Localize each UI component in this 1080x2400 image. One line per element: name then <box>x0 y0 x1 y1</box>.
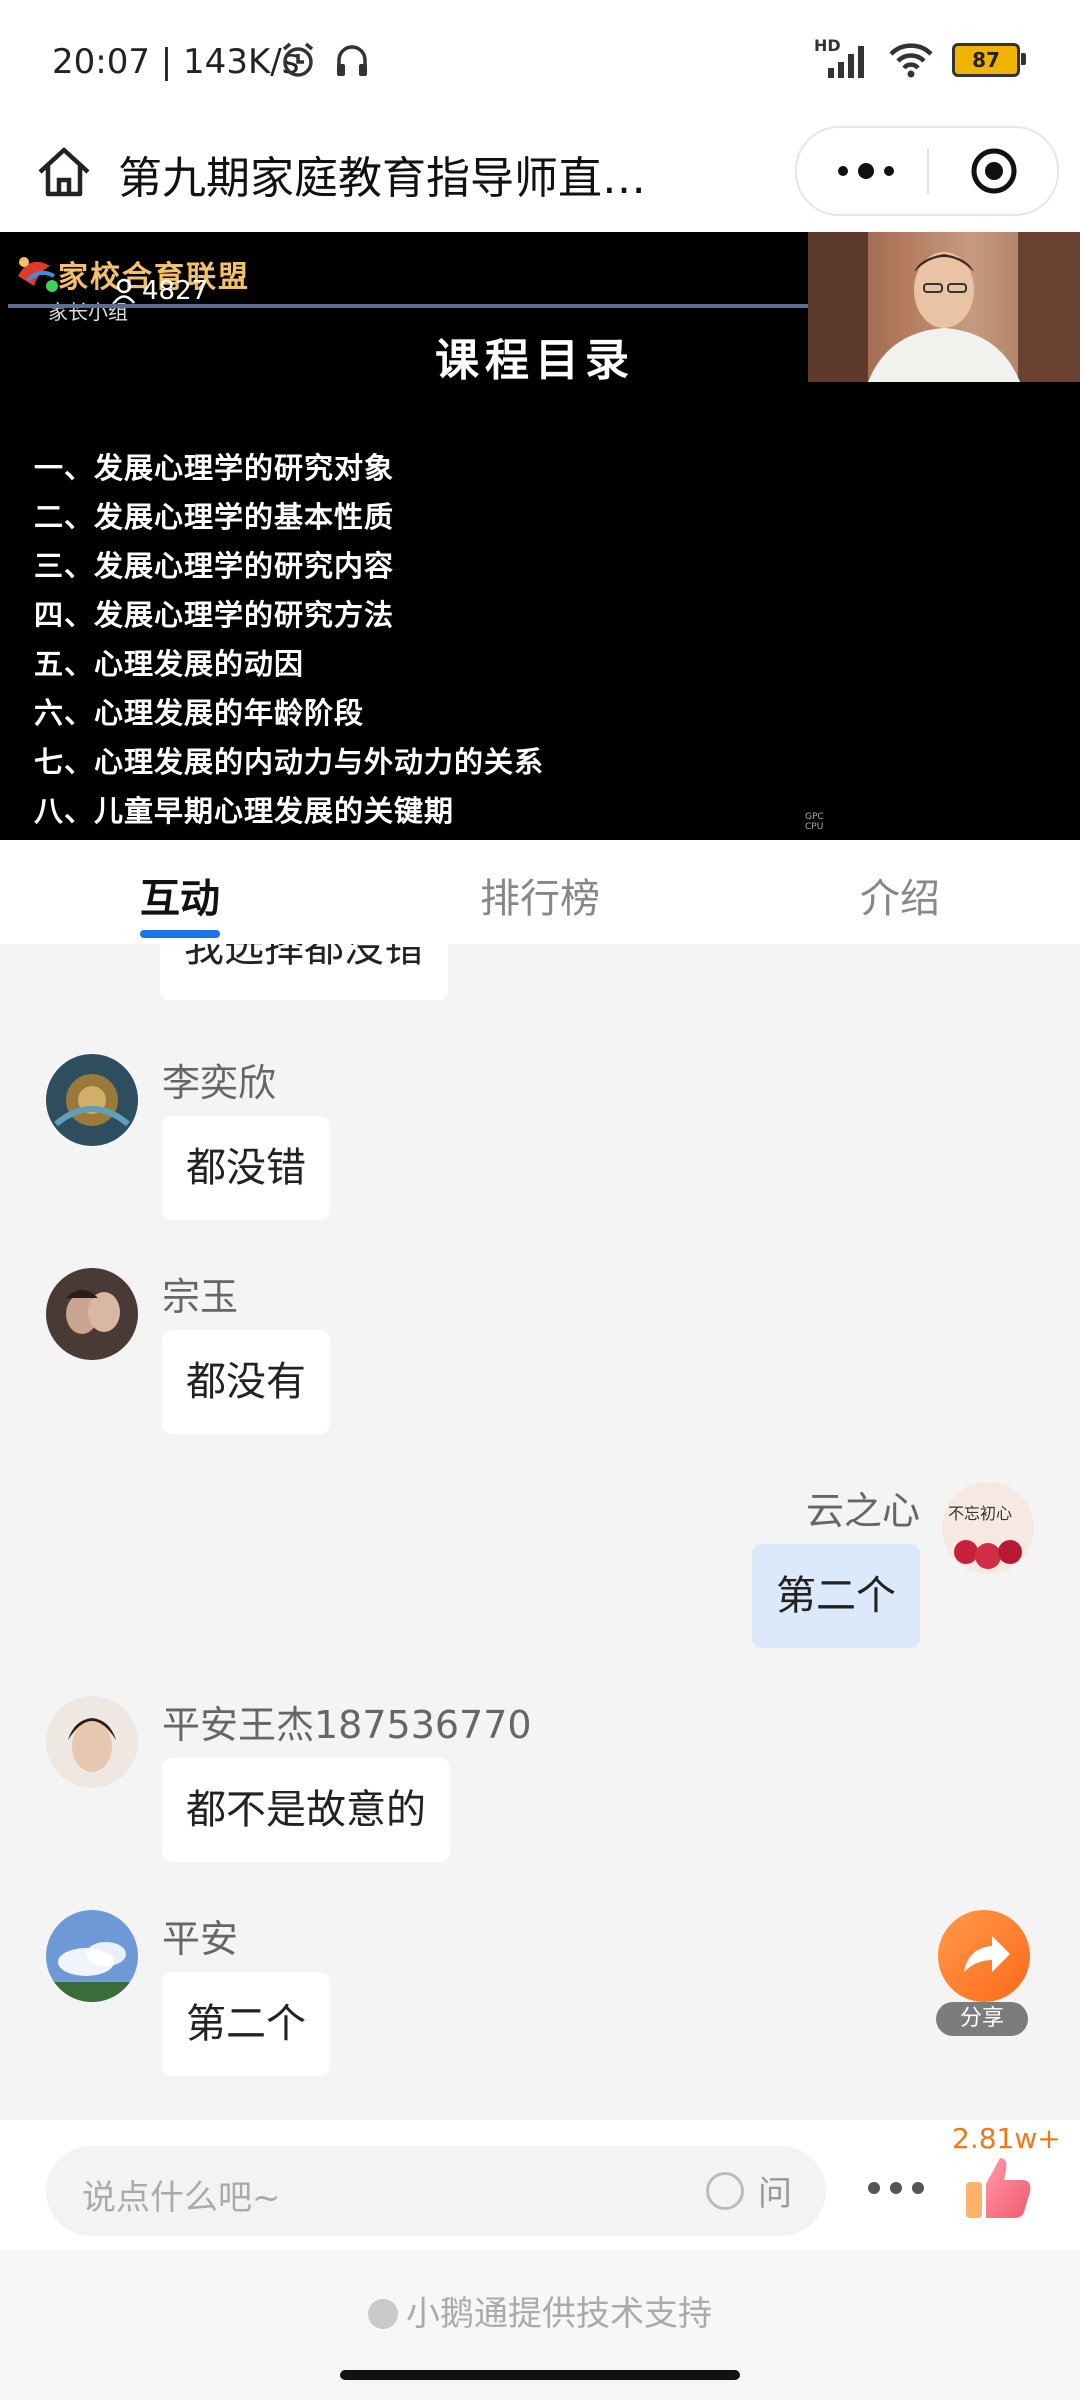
avatar[interactable]: 不忘初心 <box>942 1482 1034 1574</box>
chat-list[interactable]: 我选择都没错 李奕欣 都没错 宗玉 都没有 不忘初心 云之心 第二个 平安王杰1… <box>0 944 1080 2120</box>
outline-item: 八、儿童早期心理发展的关键期 <box>34 794 455 828</box>
footer: 小鹅通提供技术支持 <box>0 2250 1080 2400</box>
miniprogram-capsule <box>795 126 1059 216</box>
avatar-text: 不忘初心 <box>948 1504 1013 1523</box>
sender-name: 李奕欣 <box>162 1061 277 1105</box>
sender-name: 平安王杰187536770 <box>162 1703 532 1747</box>
share-label: 分享 <box>936 2002 1028 2036</box>
presenter-image <box>808 232 1080 382</box>
page-title: 第九期家庭教育指导师直… <box>118 153 646 204</box>
presenter-camera <box>808 232 1080 382</box>
chat-bubble: 都不是故意的 <box>162 1758 450 1862</box>
home-icon[interactable] <box>32 140 96 204</box>
chat-bubble: 第二个 <box>162 1972 330 2076</box>
close-miniprogram-icon[interactable] <box>969 146 1019 196</box>
cpu-tag-line: GPC <box>805 812 824 822</box>
battery-indicator: 87 <box>952 43 1026 77</box>
signal-icon: HD <box>814 36 870 80</box>
outline-item: 五、心理发展的动因 <box>34 647 305 681</box>
chat-bubble: 都没错 <box>162 1116 330 1220</box>
online-dot <box>46 280 58 292</box>
sender-name: 宗玉 <box>162 1275 239 1319</box>
slide-divider <box>8 304 808 308</box>
share-circle <box>938 1910 1030 2002</box>
home-indicator[interactable] <box>340 2370 740 2380</box>
tab-leaderboard[interactable]: 排行榜 <box>480 866 600 924</box>
xiaoe-logo-icon <box>368 2299 398 2329</box>
share-arrow-icon <box>964 1936 1010 1972</box>
outline-item: 四、发展心理学的研究方法 <box>34 598 395 632</box>
chat-bubble: 我选择都没错 <box>160 944 448 1000</box>
avatar[interactable] <box>46 1696 138 1788</box>
comment-input[interactable]: 说点什么吧~ 问 <box>46 2146 826 2236</box>
status-bar: 20:07 | 143K/s HD 87 <box>0 0 1080 118</box>
slide-outline: 一、发展心理学的研究对象 二、发展心理学的基本性质 三、发展心理学的研究内容 四… <box>34 444 544 836</box>
sender-name: 云之心 <box>805 1489 920 1533</box>
chat-bubble: 都没有 <box>162 1330 330 1434</box>
live-video-player[interactable]: 家校合育联盟 家长小组 4827 课程目录 一、发展心理学的研究对象 二、发展心… <box>0 232 1080 840</box>
status-time: 20:07 | 143K/s <box>52 42 300 82</box>
sender-name: 平安 <box>162 1917 239 1961</box>
outline-item: 七、心理发展的内动力与外动力的关系 <box>34 745 545 779</box>
viewer-count: 4827 <box>112 276 208 306</box>
wifi-icon <box>889 43 933 78</box>
input-bar: 说点什么吧~ 问 <box>0 2120 1080 2250</box>
viewer-count-value: 4827 <box>142 276 209 306</box>
comment-placeholder: 说点什么吧~ <box>82 2178 281 2218</box>
more-icon[interactable] <box>831 156 901 186</box>
ask-question-toggle[interactable]: 问 <box>706 2166 792 2215</box>
headset-icon <box>337 45 367 76</box>
alarm-icon <box>282 42 314 77</box>
tab-bar: 互动 排行榜 介绍 <box>0 840 1080 944</box>
tab-introduction[interactable]: 介绍 <box>860 866 940 924</box>
ask-label: 问 <box>758 2174 792 2214</box>
active-tab-indicator <box>140 930 220 938</box>
user-icon <box>113 278 135 304</box>
outline-item: 六、心理发展的年龄阶段 <box>34 696 365 730</box>
radio-icon <box>706 2171 744 2210</box>
powered-by: 小鹅通提供技术支持 <box>0 2286 1080 2335</box>
tab-interaction[interactable]: 互动 <box>140 866 220 924</box>
avatar[interactable] <box>46 1054 138 1146</box>
title-bar: 第九期家庭教育指导师直… <box>0 118 1080 232</box>
powered-by-text: 小鹅通提供技术支持 <box>406 2294 712 2334</box>
avatar[interactable] <box>46 1268 138 1360</box>
more-options-icon[interactable] <box>866 2180 926 2196</box>
cpu-tag-line: CPU <box>805 822 824 832</box>
outline-item: 一、发展心理学的研究对象 <box>34 451 395 485</box>
outline-item: 二、发展心理学的基本性质 <box>34 500 395 534</box>
capsule-divider <box>927 148 929 194</box>
cpu-tag: GPC CPU <box>805 812 824 832</box>
chat-bubble-mine: 第二个 <box>752 1544 920 1648</box>
thumbs-up-icon[interactable] <box>960 2150 1036 2226</box>
outline-item: 三、发展心理学的研究内容 <box>34 549 395 583</box>
share-button[interactable]: 分享 <box>936 1910 1030 2036</box>
avatar[interactable] <box>46 1910 138 2002</box>
